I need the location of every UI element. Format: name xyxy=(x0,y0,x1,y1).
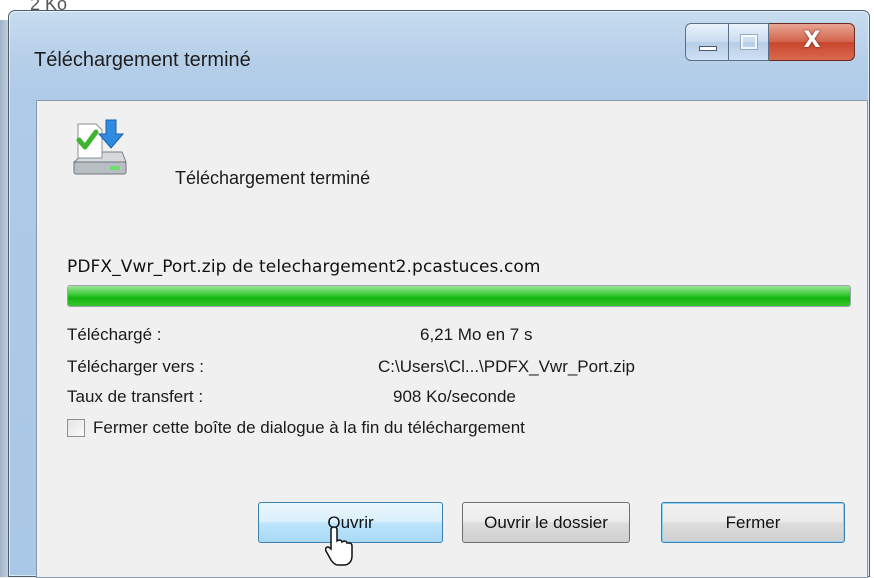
close-icon: X xyxy=(803,28,821,53)
downloaded-label: Téléchargé : xyxy=(67,325,162,344)
dialog-title: Téléchargement terminé xyxy=(34,49,251,71)
close-on-complete-label[interactable]: Fermer cette boîte de dialogue à la fin … xyxy=(93,418,525,438)
maximize-icon xyxy=(740,34,758,50)
filename-source: PDFX_Vwr_Port.zip de telechargement2.pca… xyxy=(67,257,541,277)
caption-buttons: X xyxy=(685,23,855,63)
open-folder-button[interactable]: Ouvrir le dossier xyxy=(462,502,630,543)
close-window-button[interactable]: X xyxy=(769,23,855,61)
download-to-label: Télécharger vers : xyxy=(67,357,204,376)
download-to-value: C:\Users\Cl...\PDFX_Vwr_Port.zip xyxy=(378,357,635,376)
close-on-complete-row[interactable]: Fermer cette boîte de dialogue à la fin … xyxy=(67,418,525,438)
downloaded-value: 6,21 Mo en 7 s xyxy=(420,325,533,344)
dialog-client-area: Téléchargement terminé PDFX_Vwr_Port.zip… xyxy=(36,100,868,578)
transfer-rate-label: Taux de transfert : xyxy=(67,387,204,406)
minimize-button[interactable] xyxy=(685,23,729,61)
progress-bar xyxy=(67,285,851,307)
download-complete-icon xyxy=(72,119,127,175)
close-on-complete-checkbox[interactable] xyxy=(67,419,85,437)
status-text: Téléchargement terminé xyxy=(175,168,371,188)
download-complete-dialog: Téléchargement terminé X Téléchargement … xyxy=(8,10,870,578)
transfer-rate-value: 908 Ko/seconde xyxy=(393,387,516,406)
maximize-button[interactable] xyxy=(729,23,769,61)
progress-fill xyxy=(68,286,850,306)
mouse-cursor-icon xyxy=(325,526,353,566)
close-button[interactable]: Fermer xyxy=(661,502,845,543)
minimize-icon xyxy=(699,46,717,51)
